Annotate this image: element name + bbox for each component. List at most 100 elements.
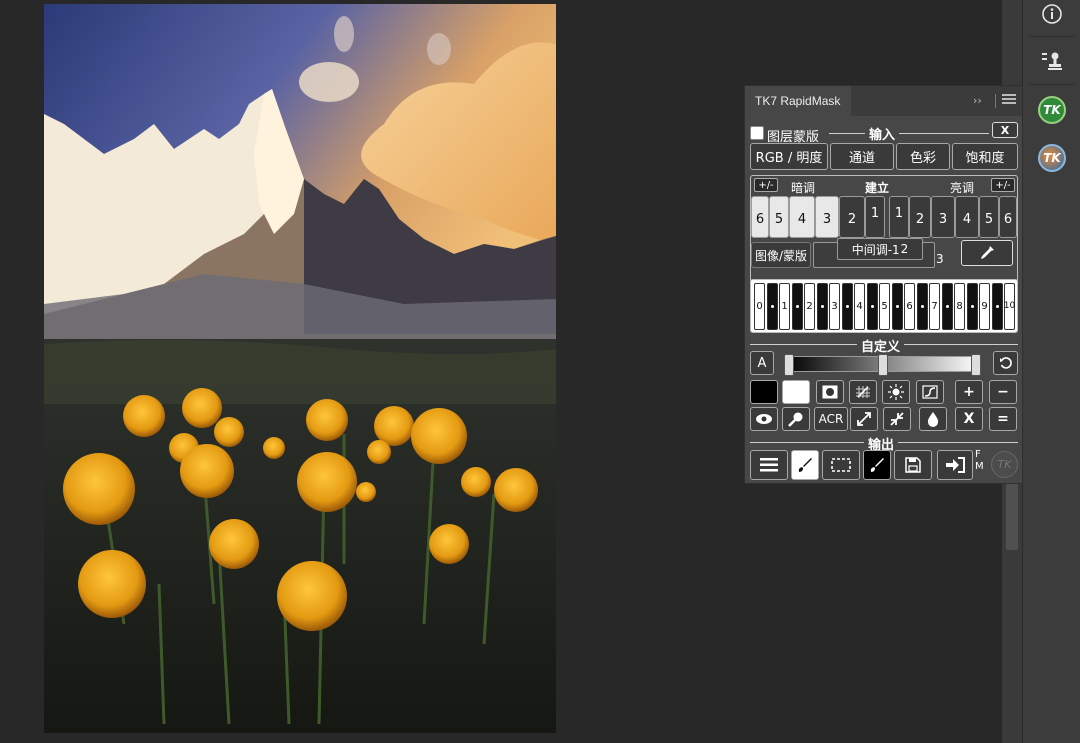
- white-swatch[interactable]: [782, 380, 810, 404]
- slider-mid-handle[interactable]: [878, 354, 888, 376]
- subtract-button[interactable]: −: [989, 380, 1017, 404]
- fm-label[interactable]: F M: [975, 449, 985, 473]
- zone-key-dot[interactable]: [867, 283, 878, 330]
- zone-key-2[interactable]: 2: [804, 283, 815, 330]
- zone-key-0[interactable]: 0: [754, 283, 765, 330]
- zone-key-dot[interactable]: [992, 283, 1003, 330]
- landscape-photo: [44, 4, 556, 733]
- paint-black-button[interactable]: [863, 450, 891, 480]
- zone-key-dot[interactable]: [817, 283, 828, 330]
- light-zone-6-button[interactable]: 6: [999, 196, 1017, 238]
- zone-key-7[interactable]: 7: [929, 283, 940, 330]
- rotate-left-icon: [999, 357, 1012, 369]
- selection-button[interactable]: [822, 450, 860, 480]
- input-divider: [829, 133, 989, 134]
- zone-key-8[interactable]: 8: [954, 283, 965, 330]
- equals-button[interactable]: =: [989, 407, 1017, 431]
- acr-button[interactable]: ACR: [814, 407, 848, 431]
- save-button[interactable]: [894, 450, 932, 480]
- panel-menu-icon[interactable]: [1002, 94, 1016, 106]
- image-mask-toggle-button[interactable]: 图像/蒙版: [751, 242, 811, 268]
- clear-x-button[interactable]: X: [955, 407, 983, 431]
- zone-key-dot[interactable]: [842, 283, 853, 330]
- collapse-icon[interactable]: ››: [973, 94, 982, 107]
- grid-icon: [856, 386, 870, 398]
- light-zone-3-button[interactable]: 3: [931, 196, 955, 238]
- rapidmask-panel: TK7 RapidMask ›› 图层蒙版 输入 X RGB / 明度 通道 色…: [744, 85, 1023, 484]
- lights-label: 亮调: [950, 181, 975, 195]
- slider-right-handle[interactable]: [971, 354, 981, 376]
- zone-key-1[interactable]: 1: [779, 283, 790, 330]
- sun-button[interactable]: [882, 380, 910, 404]
- zone-key-dot[interactable]: [942, 283, 953, 330]
- contract-button[interactable]: [883, 407, 911, 431]
- grid-button[interactable]: [849, 380, 877, 404]
- dark-zone-5-button[interactable]: 5: [769, 196, 789, 238]
- header-separator: [995, 94, 996, 108]
- dark-zone-2-button[interactable]: 2: [839, 196, 865, 238]
- zone-key-6[interactable]: 6: [904, 283, 915, 330]
- expand-icon: [857, 412, 871, 426]
- lights-plus-minus-button[interactable]: +/-: [991, 178, 1015, 192]
- blur-drop-button[interactable]: [919, 407, 947, 431]
- auto-a-button[interactable]: A: [750, 351, 774, 375]
- add-button[interactable]: +: [955, 380, 983, 404]
- apply-output-button[interactable]: [937, 450, 973, 480]
- tk-logo-button[interactable]: TK: [991, 451, 1018, 478]
- search-mask-button[interactable]: [782, 407, 810, 431]
- tone-range-slider[interactable]: [784, 354, 981, 376]
- zone-key-dot[interactable]: [892, 283, 903, 330]
- eye-icon: [756, 414, 772, 424]
- eyedropper-button[interactable]: [961, 240, 1013, 266]
- dark-zone-3-button[interactable]: 3: [815, 196, 839, 238]
- zone-key-dot[interactable]: [792, 283, 803, 330]
- contract-icon: [890, 412, 904, 426]
- color-button[interactable]: 色彩: [896, 143, 950, 170]
- reset-button[interactable]: [993, 351, 1018, 375]
- zone-key-dot[interactable]: [967, 283, 978, 330]
- stamp-icon[interactable]: [1032, 44, 1072, 78]
- zone-key-3[interactable]: 3: [829, 283, 840, 330]
- photo-artwork: [44, 4, 556, 733]
- magnifier-icon: [788, 412, 803, 427]
- contrast-button[interactable]: [916, 380, 944, 404]
- zone-key-dot[interactable]: [917, 283, 928, 330]
- light-zone-4-button[interactable]: 4: [955, 196, 979, 238]
- zone-key-dot[interactable]: [767, 283, 778, 330]
- tk7-blue-logo[interactable]: TK: [1032, 141, 1072, 175]
- channel-button[interactable]: 通道: [830, 143, 894, 170]
- eyedropper-icon: [981, 246, 994, 259]
- marquee-selection-icon: [831, 458, 851, 472]
- dock-scrollbar[interactable]: [1006, 480, 1018, 550]
- light-zone-1-button[interactable]: 1: [889, 196, 909, 238]
- black-swatch[interactable]: [750, 380, 778, 404]
- hamburger-icon: [760, 458, 778, 472]
- output-menu-button[interactable]: [750, 450, 788, 480]
- zone-key-9[interactable]: 9: [979, 283, 990, 330]
- tk7-green-logo[interactable]: TK: [1032, 93, 1072, 127]
- custom-section-title: 自定义: [857, 336, 905, 355]
- rgb-luminosity-button[interactable]: RGB / 明度: [750, 143, 828, 170]
- zone-key-5[interactable]: 5: [879, 283, 890, 330]
- darks-plus-minus-button[interactable]: +/-: [754, 178, 778, 192]
- light-zone-5-button[interactable]: 5: [979, 196, 999, 238]
- zone-key-4[interactable]: 4: [854, 283, 865, 330]
- slider-left-handle[interactable]: [784, 354, 794, 376]
- info-icon[interactable]: [1032, 0, 1072, 31]
- zone-key-10[interactable]: 10: [1004, 283, 1015, 330]
- view-eye-button[interactable]: [750, 407, 778, 431]
- panel-tab[interactable]: TK7 RapidMask: [745, 86, 851, 116]
- close-button[interactable]: X: [992, 122, 1018, 138]
- layer-mask-checkbox[interactable]: [750, 126, 764, 140]
- circle-mask-button[interactable]: [816, 380, 844, 404]
- dark-zone-6-button[interactable]: 6: [751, 196, 769, 238]
- floppy-disk-icon: [905, 457, 921, 473]
- expand-button[interactable]: [850, 407, 878, 431]
- dark-zone-1-button[interactable]: 1: [865, 196, 885, 238]
- saturation-button[interactable]: 饱和度: [952, 143, 1018, 170]
- midtone-1-button[interactable]: 中间调-1 2: [837, 238, 923, 260]
- midtone-3-label[interactable]: 3: [936, 252, 944, 266]
- dark-zone-4-button[interactable]: 4: [789, 196, 815, 238]
- light-zone-2-button[interactable]: 2: [909, 196, 931, 238]
- paint-white-button[interactable]: [791, 450, 819, 480]
